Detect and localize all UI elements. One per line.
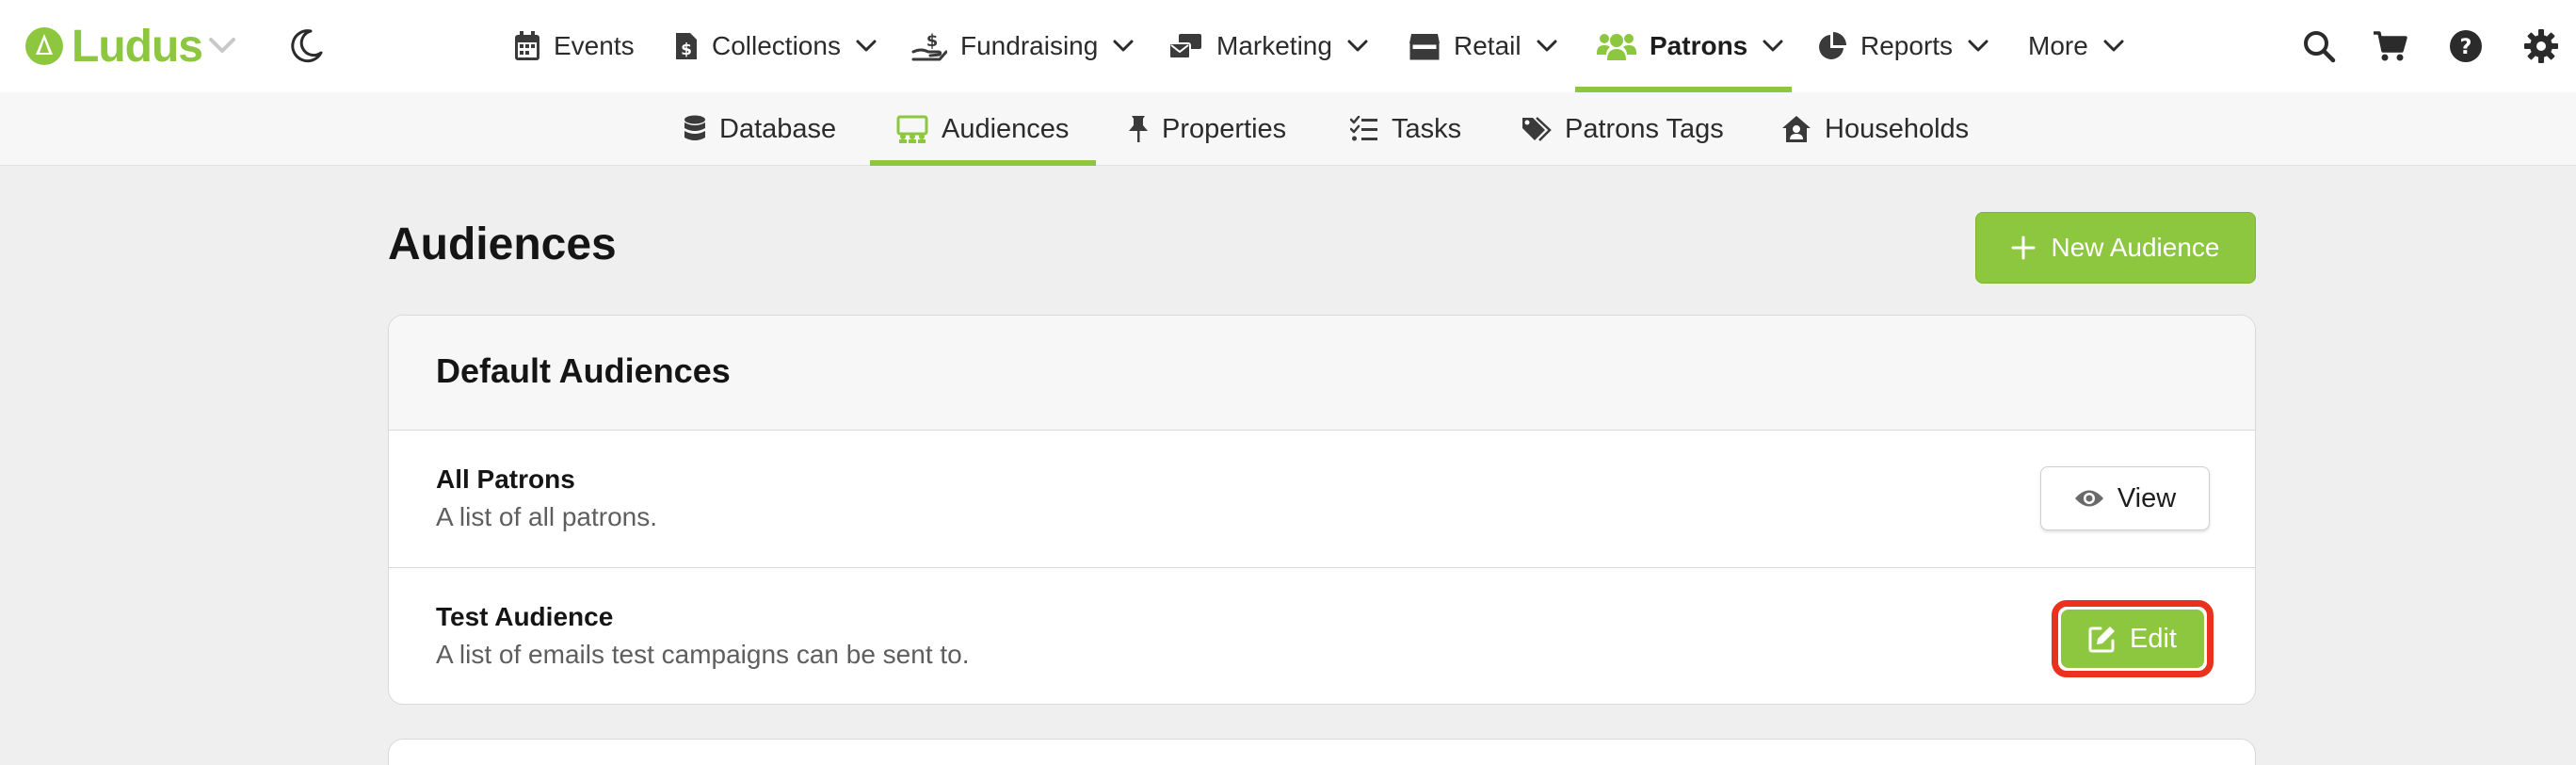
- chevron-down-icon: [1113, 40, 1134, 52]
- subnav-label: Audiences: [942, 113, 1070, 144]
- help-icon: ?: [2450, 30, 2482, 62]
- edit-button[interactable]: Edit: [2061, 610, 2204, 668]
- subnav-item-tasks[interactable]: Tasks: [1350, 92, 1461, 166]
- file-dollar-icon: $: [676, 33, 697, 59]
- active-subnav-indicator: [870, 160, 1096, 166]
- nav-item-marketing[interactable]: Marketing: [1167, 0, 1368, 92]
- nav-item-reports[interactable]: Reports: [1817, 0, 1988, 92]
- house-user-icon: [1782, 116, 1811, 142]
- nav-label: Patrons: [1650, 31, 1748, 60]
- nav-item-events[interactable]: Events: [514, 0, 635, 92]
- eye-icon: [2074, 490, 2103, 507]
- cart-icon: [2374, 31, 2407, 61]
- nav-item-collections[interactable]: $ Collections: [674, 0, 877, 92]
- thumbtack-icon: [1129, 116, 1148, 142]
- chevron-down-icon: [1968, 40, 1988, 52]
- nav-label: More: [2028, 31, 2088, 60]
- list-item: Test Audience A list of emails test camp…: [389, 568, 2255, 704]
- nav-label: Retail: [1454, 31, 1521, 60]
- subnav-item-properties[interactable]: Properties: [1128, 92, 1286, 166]
- plus-icon: [2011, 236, 2036, 260]
- help-button[interactable]: ?: [2444, 24, 2487, 68]
- nav-label: Marketing: [1216, 31, 1332, 60]
- users-icon: [1597, 34, 1636, 60]
- edit-label: Edit: [2130, 623, 2177, 654]
- audience-icon: [896, 115, 928, 143]
- edit-icon: [2088, 627, 2115, 653]
- edit-highlight-outline: Edit: [2052, 600, 2214, 677]
- gear-icon: [2524, 29, 2558, 63]
- chevron-down-icon: [1347, 40, 1368, 52]
- subnav-label: Properties: [1162, 113, 1287, 144]
- top-navigation: Ludus Events $ Collections $ Fundraising: [0, 0, 2576, 92]
- chevron-down-icon: [2103, 40, 2124, 52]
- nav-item-more[interactable]: More: [2028, 0, 2124, 92]
- database-icon: [684, 115, 705, 140]
- ludus-logo-icon: [25, 27, 63, 65]
- calendar-icon: [515, 31, 539, 60]
- brand[interactable]: Ludus: [24, 21, 203, 72]
- subnav-item-households[interactable]: Households: [1781, 92, 1969, 166]
- nav-label: Collections: [712, 31, 841, 60]
- list-item: All Patrons A list of all patrons. View: [389, 431, 2255, 568]
- chevron-down-icon: [1537, 40, 1557, 52]
- card-header: Default Audiences: [389, 316, 2255, 431]
- audience-description: A list of all patrons.: [436, 502, 658, 531]
- nav-item-retail[interactable]: Retail: [1409, 0, 1557, 92]
- chevron-down-icon: [1763, 40, 1783, 52]
- nav-label: Fundraising: [960, 31, 1099, 60]
- page-title: Audiences: [388, 220, 617, 269]
- svg-text:$: $: [681, 41, 692, 59]
- store-icon: [1409, 34, 1440, 60]
- subnav-label: Database: [719, 113, 837, 144]
- chevron-down-icon[interactable]: [203, 28, 241, 62]
- subnav-item-database[interactable]: Database: [684, 92, 836, 166]
- card-title: Default Audiences: [436, 351, 731, 390]
- audience-name: All Patrons: [436, 464, 575, 494]
- cart-button[interactable]: [2369, 24, 2412, 68]
- subnav-label: Patrons Tags: [1565, 113, 1724, 144]
- subnav-item-audiences[interactable]: Audiences: [896, 92, 1069, 166]
- search-button[interactable]: [2297, 24, 2341, 68]
- svg-text:?: ?: [2460, 36, 2472, 59]
- mail-bulk-icon: [1168, 34, 1201, 59]
- tags-icon: [1522, 117, 1552, 141]
- hand-dollar-icon: $: [911, 31, 947, 61]
- secondary-card: [388, 739, 2256, 765]
- view-button[interactable]: View: [2040, 466, 2210, 530]
- nav-label: Events: [554, 31, 635, 60]
- pie-chart-icon: [1819, 32, 1846, 59]
- settings-button[interactable]: [2520, 24, 2563, 68]
- search-icon: [2304, 31, 2336, 63]
- nav-item-patrons[interactable]: Patrons: [1597, 0, 1783, 92]
- subnav-label: Households: [1825, 113, 1970, 144]
- subnav-item-patrons-tags[interactable]: Patrons Tags: [1521, 92, 1724, 166]
- new-audience-label: New Audience: [2051, 233, 2220, 262]
- svg-text:$: $: [926, 31, 939, 51]
- tasks-icon: [1350, 116, 1377, 141]
- moon-icon[interactable]: [288, 26, 326, 64]
- default-audiences-card: Default Audiences All Patrons A list of …: [388, 315, 2256, 705]
- subnav-label: Tasks: [1392, 113, 1462, 144]
- audience-name: Test Audience: [436, 602, 614, 631]
- nav-item-fundraising[interactable]: $ Fundraising: [911, 0, 1134, 92]
- nav-label: Reports: [1860, 31, 1954, 60]
- brand-name: Ludus: [72, 21, 203, 72]
- sub-navigation: Database Audiences Properties Tasks Patr…: [0, 92, 2576, 166]
- new-audience-button[interactable]: New Audience: [1975, 212, 2256, 284]
- chevron-down-icon: [856, 40, 877, 52]
- view-label: View: [2117, 482, 2177, 513]
- audience-description: A list of emails test campaigns can be s…: [436, 640, 970, 669]
